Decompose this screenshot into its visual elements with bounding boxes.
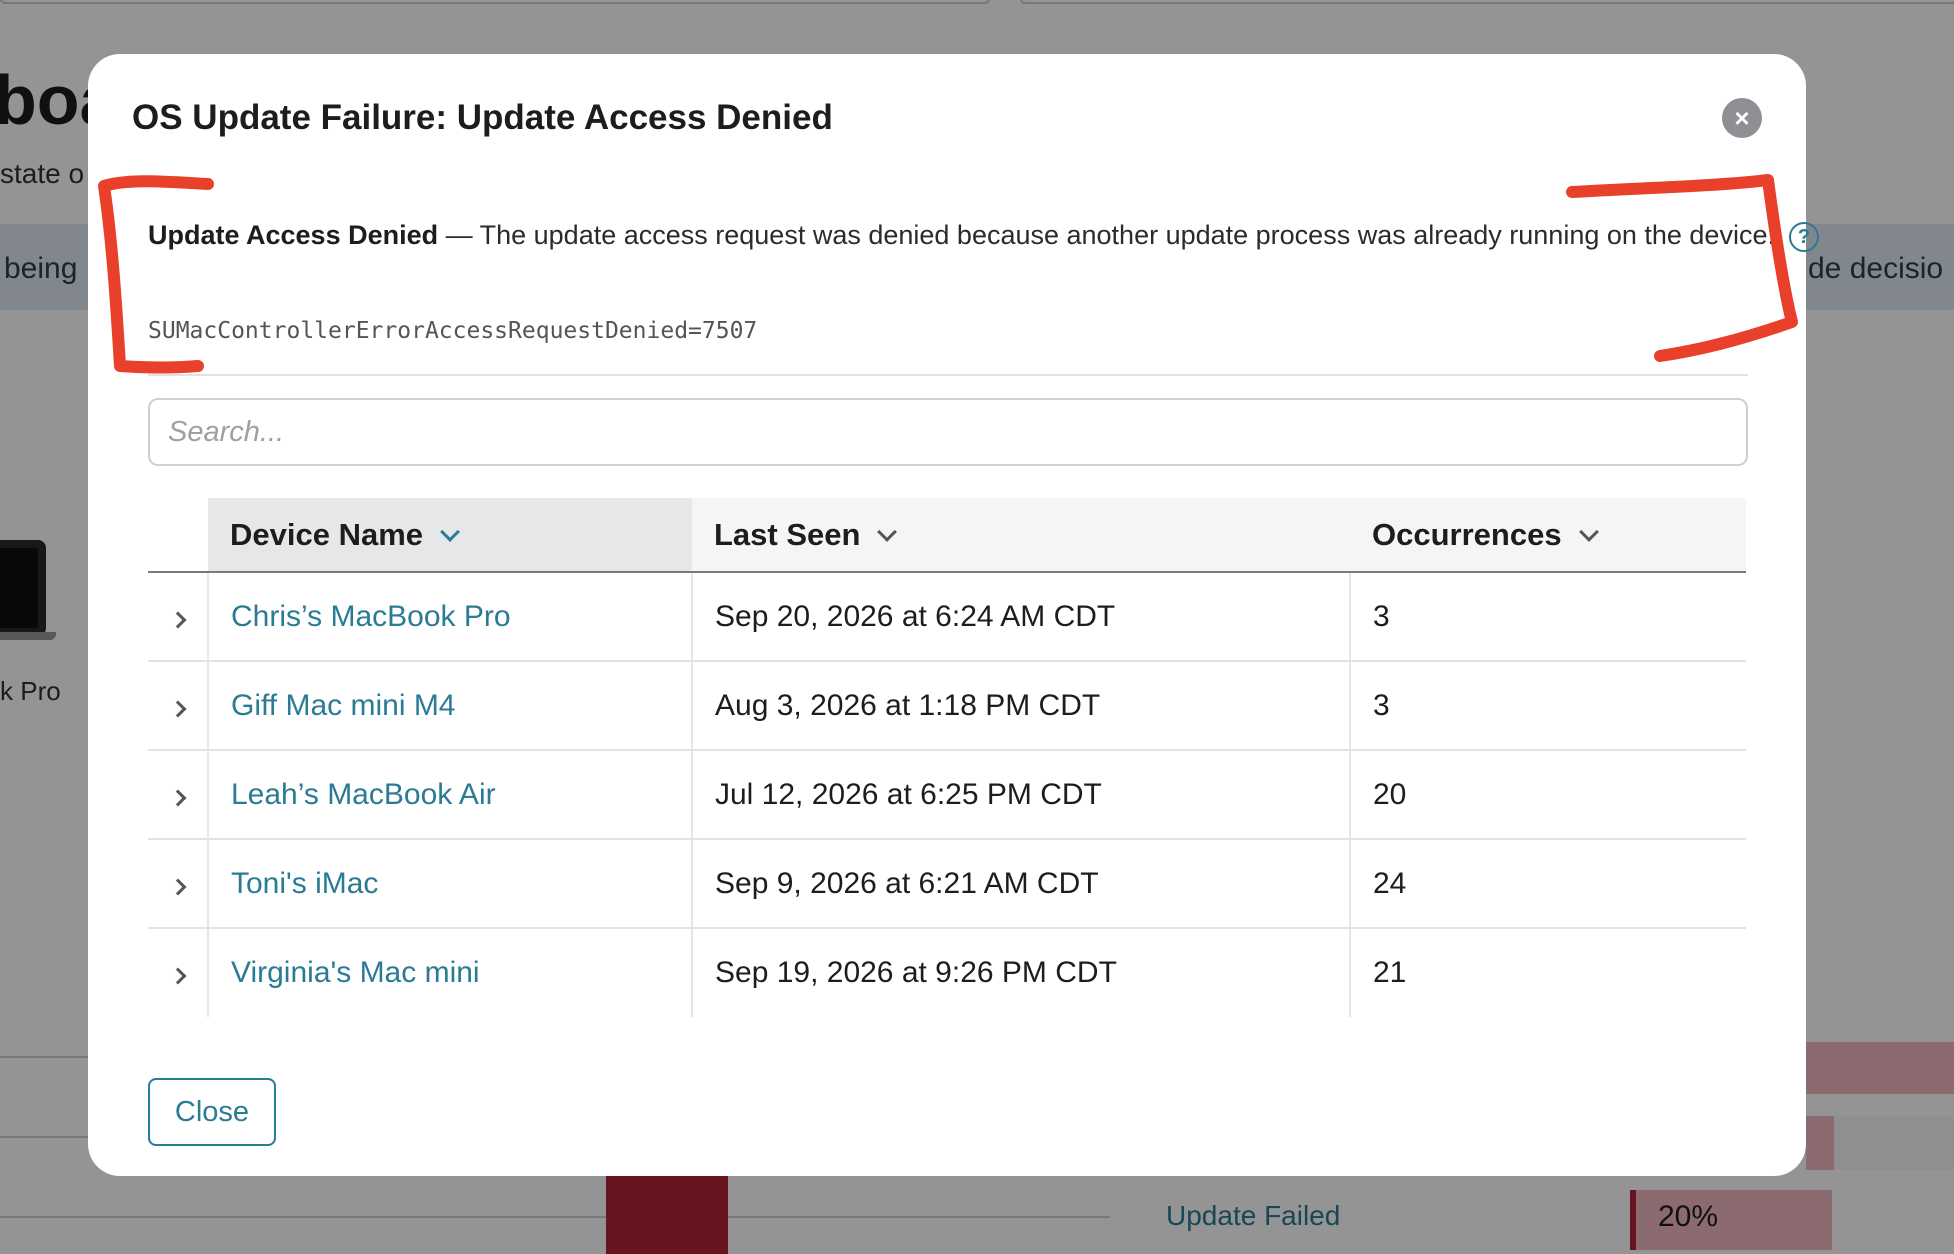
failure-details-modal: OS Update Failure: Update Access Denied … <box>88 54 1819 1176</box>
column-header-device-name[interactable]: Device Name <box>208 498 692 573</box>
occurrences-cell: 20 <box>1350 750 1746 840</box>
occurrences-cell: 3 <box>1350 661 1746 751</box>
column-header-label: Device Name <box>230 516 424 552</box>
expand-row-button[interactable] <box>148 572 209 662</box>
last-seen-cell: Jul 12, 2026 at 6:25 PM CDT <box>692 750 1351 840</box>
device-name-cell: Giff Mac mini M4 <box>208 661 693 751</box>
sort-chevron-down-icon[interactable] <box>440 521 460 542</box>
device-link[interactable]: Toni's iMac <box>231 867 378 900</box>
error-code: SUMacControllerErrorAccessRequestDenied=… <box>148 318 758 344</box>
expand-row-button[interactable] <box>148 928 209 1017</box>
device-link[interactable]: Chris’s MacBook Pro <box>231 600 511 633</box>
help-icon[interactable]: ? <box>1788 221 1819 252</box>
sort-chevron-down-icon[interactable] <box>1578 521 1599 542</box>
devices-table: Device Name Last Seen Occurrences Chris’… <box>148 498 1746 1017</box>
expand-row-button[interactable] <box>148 750 209 840</box>
table-header-row: Device Name Last Seen Occurrences <box>148 498 1746 573</box>
close-icon[interactable]: × <box>1722 98 1762 138</box>
divider <box>148 374 1748 376</box>
error-description: Update Access Denied — The update access… <box>148 214 1828 256</box>
error-description-text: — The update access request was denied b… <box>438 220 1775 250</box>
device-name-cell: Toni's iMac <box>208 839 693 929</box>
column-header-label: Occurrences <box>1372 516 1562 552</box>
column-header-occurrences[interactable]: Occurrences <box>1350 498 1746 573</box>
table-row: Toni's iMac Sep 9, 2026 at 6:21 AM CDT 2… <box>148 839 1746 929</box>
last-seen-cell: Sep 19, 2026 at 9:26 PM CDT <box>692 928 1351 1017</box>
expand-column-header <box>148 498 208 573</box>
occurrences-cell: 24 <box>1350 839 1746 929</box>
table-row: Leah’s MacBook Air Jul 12, 2026 at 6:25 … <box>148 750 1746 840</box>
occurrences-cell: 3 <box>1350 572 1746 662</box>
last-seen-cell: Sep 9, 2026 at 6:21 AM CDT <box>692 839 1351 929</box>
expand-row-button[interactable] <box>148 839 209 929</box>
occurrences-cell: 21 <box>1373 956 1407 989</box>
device-name-cell: Virginia's Mac mini <box>208 928 693 1017</box>
close-button[interactable]: Close <box>148 1078 276 1146</box>
sort-chevron-down-icon[interactable] <box>877 521 898 542</box>
error-description-title: Update Access Denied <box>148 220 439 250</box>
device-name-cell: Chris’s MacBook Pro <box>208 572 693 662</box>
table-row: Chris’s MacBook Pro Sep 20, 2026 at 6:24… <box>148 572 1746 662</box>
chevron-right-icon <box>169 878 186 895</box>
table-row: Giff Mac mini M4 Aug 3, 2026 at 1:18 PM … <box>148 661 1746 751</box>
column-header-label: Last Seen <box>714 516 861 552</box>
chevron-right-icon <box>169 611 186 628</box>
chevron-right-icon <box>169 789 186 806</box>
device-name-cell: Leah’s MacBook Air <box>208 750 693 840</box>
chevron-right-icon <box>169 700 186 717</box>
device-link[interactable]: Leah’s MacBook Air <box>231 778 496 811</box>
table-row: Virginia's Mac mini Sep 19, 2026 at 9:26… <box>148 928 1746 1017</box>
search-input[interactable] <box>148 398 1748 466</box>
chevron-right-icon <box>169 967 186 985</box>
expand-row-button[interactable] <box>148 661 209 751</box>
last-seen-cell: Aug 3, 2026 at 1:18 PM CDT <box>692 661 1351 751</box>
device-link[interactable]: Giff Mac mini M4 <box>231 689 456 722</box>
device-link[interactable]: Virginia's Mac mini <box>231 956 480 989</box>
modal-title: OS Update Failure: Update Access Denied <box>132 98 833 137</box>
column-header-last-seen[interactable]: Last Seen <box>692 498 1350 573</box>
last-seen-cell: Sep 20, 2026 at 6:24 AM CDT <box>692 572 1351 662</box>
